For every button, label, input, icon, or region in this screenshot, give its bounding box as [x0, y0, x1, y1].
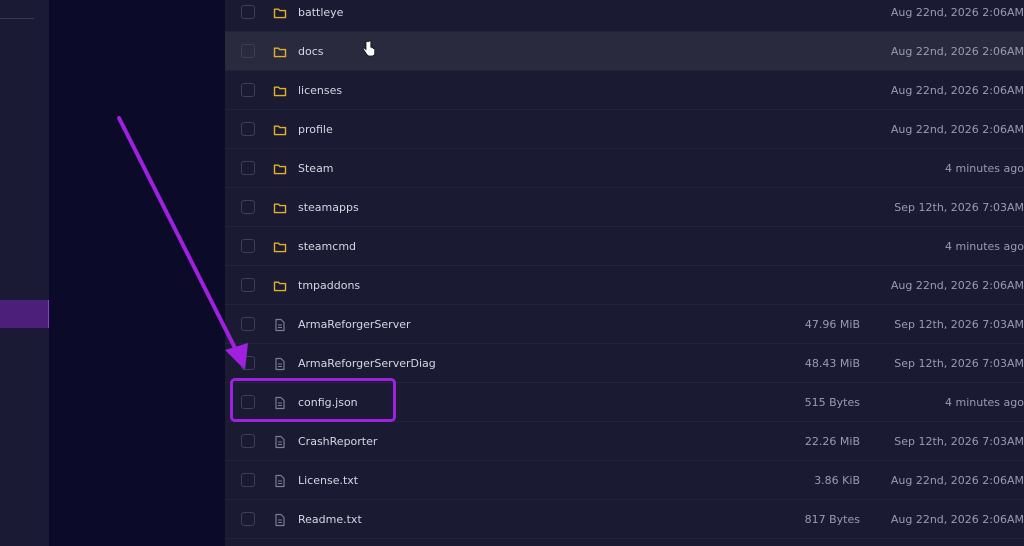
pointer-cursor-icon	[362, 40, 376, 57]
sidebar-divider	[0, 18, 34, 19]
file-modified: Sep 12th, 2026 7:03AM	[894, 435, 1024, 448]
config-json-highlight-box	[230, 378, 396, 422]
row-checkbox[interactable]	[241, 278, 255, 292]
file-modified: Sep 12th, 2026 7:03AM	[894, 318, 1024, 331]
row-checkbox[interactable]	[241, 473, 255, 487]
row-checkbox[interactable]	[241, 434, 255, 448]
row-checkbox[interactable]	[241, 44, 255, 58]
file-name[interactable]: tmpaddons	[298, 266, 360, 305]
file-modified: 4 minutes ago	[945, 162, 1024, 175]
file-name[interactable]: ArmaReforgerServer	[298, 305, 411, 344]
file-name[interactable]: Readme.txt	[298, 500, 362, 539]
folder-icon	[273, 200, 287, 214]
file-name[interactable]: docs	[298, 32, 324, 71]
folder-icon	[273, 44, 287, 58]
file-row[interactable]: CrashReporter 22.26 MiB Sep 12th, 2026 7:0…	[225, 422, 1024, 461]
folder-icon	[273, 83, 287, 97]
folder-row[interactable]: battleye Aug 22nd, 2026 2:06AM	[225, 0, 1024, 32]
file-modified: Aug 22nd, 2026 2:06AM	[890, 84, 1024, 97]
row-checkbox[interactable]	[241, 122, 255, 136]
file-icon	[273, 317, 287, 332]
file-size: 47.96 MiB	[804, 318, 860, 331]
row-checkbox[interactable]	[241, 83, 255, 97]
file-modified: Sep 12th, 2026 7:03AM	[894, 201, 1024, 214]
side-gutter	[49, 0, 225, 546]
folder-icon	[273, 278, 287, 292]
file-row[interactable]: License.txt 3.86 KiB Aug 22nd, 2026 2:06AM	[225, 461, 1024, 500]
file-modified: Aug 22nd, 2026 2:06AM	[890, 474, 1024, 487]
folder-row[interactable]: licenses Aug 22nd, 2026 2:06AM	[225, 71, 1024, 110]
file-modified: Aug 22nd, 2026 2:06AM	[890, 6, 1024, 19]
file-modified: Aug 22nd, 2026 2:06AM	[890, 123, 1024, 136]
file-modified: Aug 22nd, 2026 2:06AM	[890, 513, 1024, 526]
file-name[interactable]: Steam	[298, 149, 334, 188]
row-checkbox[interactable]	[241, 5, 255, 19]
file-row[interactable]: ArmaReforgerServer 47.96 MiB Sep 12th, 202…	[225, 305, 1024, 344]
folder-row[interactable]: docs Aug 22nd, 2026 2:06AM	[225, 32, 1024, 71]
folder-row[interactable]: Steam 4 minutes ago	[225, 149, 1024, 188]
folder-row[interactable]: tmpaddons Aug 22nd, 2026 2:06AM	[225, 266, 1024, 305]
row-checkbox[interactable]	[241, 317, 255, 331]
file-modified: Aug 22nd, 2026 2:06AM	[890, 279, 1024, 292]
file-size: 3.86 KiB	[814, 474, 860, 487]
file-icon	[273, 356, 287, 371]
file-size: 515 Bytes	[804, 396, 860, 409]
folder-icon	[273, 122, 287, 136]
file-icon	[273, 434, 287, 449]
file-icon	[273, 512, 287, 527]
file-name[interactable]: steamapps	[298, 188, 359, 227]
folder-icon	[273, 5, 287, 19]
file-row[interactable]: Readme.txt 817 Bytes Aug 22nd, 2026 2:06AM	[225, 500, 1024, 539]
file-icon	[273, 473, 287, 488]
file-name[interactable]: profile	[298, 110, 333, 149]
file-modified: 4 minutes ago	[945, 240, 1024, 253]
file-modified: Aug 22nd, 2026 2:06AM	[890, 45, 1024, 58]
row-checkbox[interactable]	[241, 200, 255, 214]
row-checkbox[interactable]	[241, 161, 255, 175]
sidebar-item-active[interactable]	[0, 300, 49, 328]
file-modified: Sep 12th, 2026 7:03AM	[894, 357, 1024, 370]
folder-icon	[273, 239, 287, 253]
folder-row[interactable]: profile Aug 22nd, 2026 2:06AM	[225, 110, 1024, 149]
folder-row[interactable]: steamcmd 4 minutes ago	[225, 227, 1024, 266]
file-size: 48.43 MiB	[804, 357, 860, 370]
row-checkbox[interactable]	[241, 512, 255, 526]
row-checkbox[interactable]	[241, 356, 255, 370]
folder-row[interactable]: steamapps Sep 12th, 2026 7:03AM	[225, 188, 1024, 227]
file-name[interactable]: battleye	[298, 0, 343, 32]
file-name[interactable]: License.txt	[298, 461, 358, 500]
file-modified: 4 minutes ago	[945, 396, 1024, 409]
sidebar	[0, 0, 49, 546]
row-checkbox[interactable]	[241, 239, 255, 253]
folder-icon	[273, 161, 287, 175]
file-name[interactable]: licenses	[298, 71, 342, 110]
file-name[interactable]: CrashReporter	[298, 422, 377, 461]
file-size: 22.26 MiB	[804, 435, 860, 448]
file-list: battleye Aug 22nd, 2026 2:06AM docs Aug 22n…	[225, 0, 1024, 546]
file-name[interactable]: steamcmd	[298, 227, 356, 266]
file-size: 817 Bytes	[804, 513, 860, 526]
